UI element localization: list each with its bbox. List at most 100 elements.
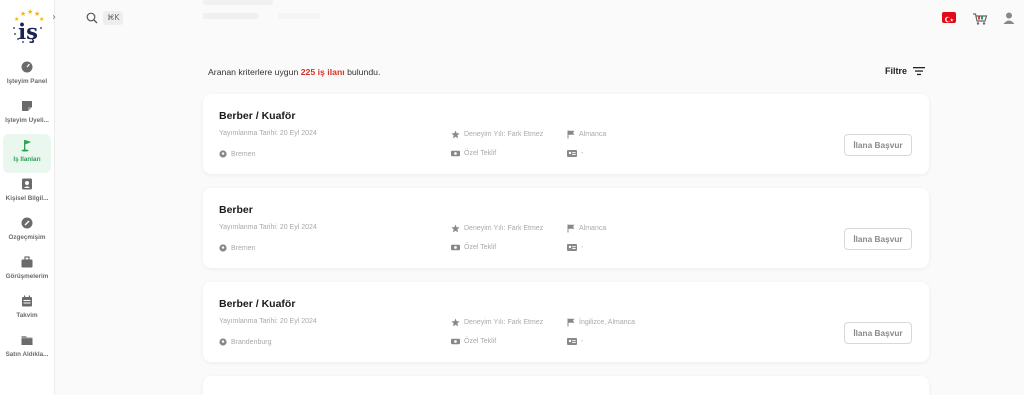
job-id-card: - bbox=[567, 244, 583, 251]
experience-text: Deneyim Yılı: Fark Etmez bbox=[464, 131, 544, 138]
id-card-text: - bbox=[581, 338, 584, 345]
sidebar-item-label: Görüşmelerim bbox=[5, 273, 49, 280]
sidebar-item-panel[interactable]: İşteyim Panel bbox=[0, 56, 54, 95]
filter-label: Filtre bbox=[885, 66, 908, 76]
logo[interactable]: ★ ★ ★ ★ ★ iş bbox=[8, 8, 48, 48]
job-title[interactable]: Berber / Kuaför bbox=[219, 298, 295, 310]
experience-text: Deneyim Yılı: Fark Etmez bbox=[464, 225, 544, 232]
sidebar-item-label: Kişisel Bilgil... bbox=[5, 195, 49, 202]
apply-button[interactable]: İlana Başvur bbox=[844, 228, 912, 250]
sidebar-item-membership[interactable]: İşteyim Üyeli... bbox=[0, 95, 54, 134]
cart-icon[interactable] bbox=[972, 12, 988, 26]
job-publish-date: Yayımlanma Tarihi: 20 Eyl 2024 bbox=[219, 318, 317, 325]
id-card-icon bbox=[567, 338, 577, 345]
sidebar-item-label: İşteyim Panel bbox=[6, 78, 48, 85]
sidebar-item-label: Özgeçmişim bbox=[8, 234, 46, 241]
money-icon bbox=[451, 338, 460, 345]
job-languages: Almanca bbox=[567, 224, 606, 233]
id-card-text: - bbox=[581, 150, 584, 157]
sidebar-item-label: İşteyim Üyeli... bbox=[5, 117, 49, 124]
sidebar-item-purchases[interactable]: Satın Aldıkla... bbox=[0, 329, 54, 368]
results-suffix: bulundu. bbox=[344, 67, 381, 77]
job-languages: Almanca bbox=[567, 130, 606, 139]
apply-button[interactable]: İlana Başvur bbox=[844, 322, 912, 344]
logo-text: iş bbox=[18, 19, 38, 44]
flag-icon bbox=[21, 140, 31, 152]
sidebar-nav: İşteyim Panel İşteyim Üyeli... İş İlanla… bbox=[0, 56, 54, 368]
faded-header-placeholder bbox=[203, 13, 258, 19]
job-card-partial[interactable] bbox=[203, 376, 929, 395]
calendar-icon bbox=[22, 295, 32, 307]
filter-icon bbox=[913, 67, 926, 76]
job-title[interactable]: Berber / Kuaför bbox=[219, 110, 295, 122]
svg-text:★: ★ bbox=[950, 17, 954, 23]
id-card-icon bbox=[567, 150, 577, 157]
membership-card-icon bbox=[22, 101, 32, 111]
job-salary: Özel Teklif bbox=[451, 338, 496, 345]
location-pin-icon bbox=[219, 244, 227, 252]
sidebar-item-personal-info[interactable]: Kişisel Bilgil... bbox=[0, 173, 54, 212]
job-card[interactable]: Berber Yayımlanma Tarihi: 20 Eyl 2024 Br… bbox=[203, 188, 929, 268]
star-icon bbox=[451, 224, 460, 233]
job-location: Brandenburg bbox=[219, 338, 271, 346]
star-icon bbox=[451, 318, 460, 327]
results-summary: Aranan kriterlere uygun 225 iş ilanı bul… bbox=[208, 67, 380, 77]
job-id-card: - bbox=[567, 338, 583, 345]
sidebar-collapse-chevron-icon[interactable]: › bbox=[52, 12, 58, 23]
language-flag-icon bbox=[567, 224, 575, 233]
faded-header-placeholder bbox=[203, 0, 273, 5]
location-text: Bremen bbox=[231, 244, 256, 252]
faded-header-placeholder bbox=[278, 13, 320, 19]
briefcase-icon bbox=[21, 256, 33, 268]
filter-button[interactable]: Filtre bbox=[885, 66, 926, 76]
search-icon[interactable] bbox=[86, 12, 98, 24]
star-icon bbox=[451, 130, 460, 139]
apply-button[interactable]: İlana Başvur bbox=[844, 134, 912, 156]
sidebar: ★ ★ ★ ★ ★ iş › İşteyim Panel İşteyim Üye… bbox=[0, 0, 58, 395]
language-flag-icon bbox=[567, 130, 575, 139]
id-card-icon bbox=[567, 244, 577, 251]
publish-date-text: Yayımlanma Tarihi: 20 Eyl 2024 bbox=[219, 318, 317, 325]
job-card[interactable]: Berber / Kuaför Yayımlanma Tarihi: 20 Ey… bbox=[203, 282, 929, 362]
svg-text:★: ★ bbox=[20, 10, 26, 18]
user-icon[interactable] bbox=[1002, 11, 1016, 25]
job-card[interactable]: Berber / Kuaför Yayımlanma Tarihi: 20 Ey… bbox=[203, 94, 929, 174]
location-text: Bremen bbox=[231, 150, 256, 158]
salary-text: Özel Teklif bbox=[464, 338, 497, 345]
salary-text: Özel Teklif bbox=[464, 244, 497, 251]
languages-text: İngilizce, Almanca bbox=[579, 319, 636, 326]
sidebar-item-interviews[interactable]: Görüşmelerim bbox=[0, 251, 54, 290]
job-title[interactable]: Berber bbox=[219, 204, 253, 216]
sidebar-item-calendar[interactable]: Takvim bbox=[0, 290, 54, 329]
sidebar-item-resume[interactable]: Özgeçmişim bbox=[0, 212, 54, 251]
languages-text: Almanca bbox=[579, 131, 607, 138]
publish-date-text: Yayımlanma Tarihi: 20 Eyl 2024 bbox=[219, 130, 317, 137]
svg-text:★: ★ bbox=[27, 8, 33, 16]
languages-text: Almanca bbox=[579, 225, 607, 232]
turkey-flag-icon[interactable]: ★ bbox=[942, 12, 956, 23]
salary-text: Özel Teklif bbox=[464, 150, 497, 157]
search-shortcut[interactable]: ⌘K bbox=[103, 11, 124, 25]
location-pin-icon bbox=[219, 338, 227, 346]
results-count: 225 iş ilanı bbox=[300, 67, 345, 77]
language-flag-icon bbox=[567, 318, 575, 327]
sidebar-item-job-listings[interactable]: İş İlanları bbox=[3, 134, 51, 173]
job-languages: İngilizce, Almanca bbox=[567, 318, 635, 327]
gauge-icon bbox=[21, 61, 33, 73]
folder-icon bbox=[21, 336, 33, 345]
job-salary: Özel Teklif bbox=[451, 244, 496, 251]
money-icon bbox=[451, 150, 460, 157]
id-badge-icon bbox=[22, 178, 32, 190]
job-location: Bremen bbox=[219, 244, 256, 252]
sidebar-item-label: İş İlanları bbox=[13, 156, 41, 163]
job-experience: Deneyim Yılı: Fark Etmez bbox=[451, 318, 543, 327]
location-pin-icon bbox=[219, 150, 227, 158]
experience-text: Deneyim Yılı: Fark Etmez bbox=[464, 319, 544, 326]
job-salary: Özel Teklif bbox=[451, 150, 496, 157]
publish-date-text: Yayımlanma Tarihi: 20 Eyl 2024 bbox=[219, 224, 317, 231]
job-id-card: - bbox=[567, 150, 583, 157]
money-icon bbox=[451, 244, 460, 251]
sidebar-item-label: Takvim bbox=[16, 312, 38, 319]
job-publish-date: Yayımlanma Tarihi: 20 Eyl 2024 bbox=[219, 130, 317, 137]
job-experience: Deneyim Yılı: Fark Etmez bbox=[451, 224, 543, 233]
